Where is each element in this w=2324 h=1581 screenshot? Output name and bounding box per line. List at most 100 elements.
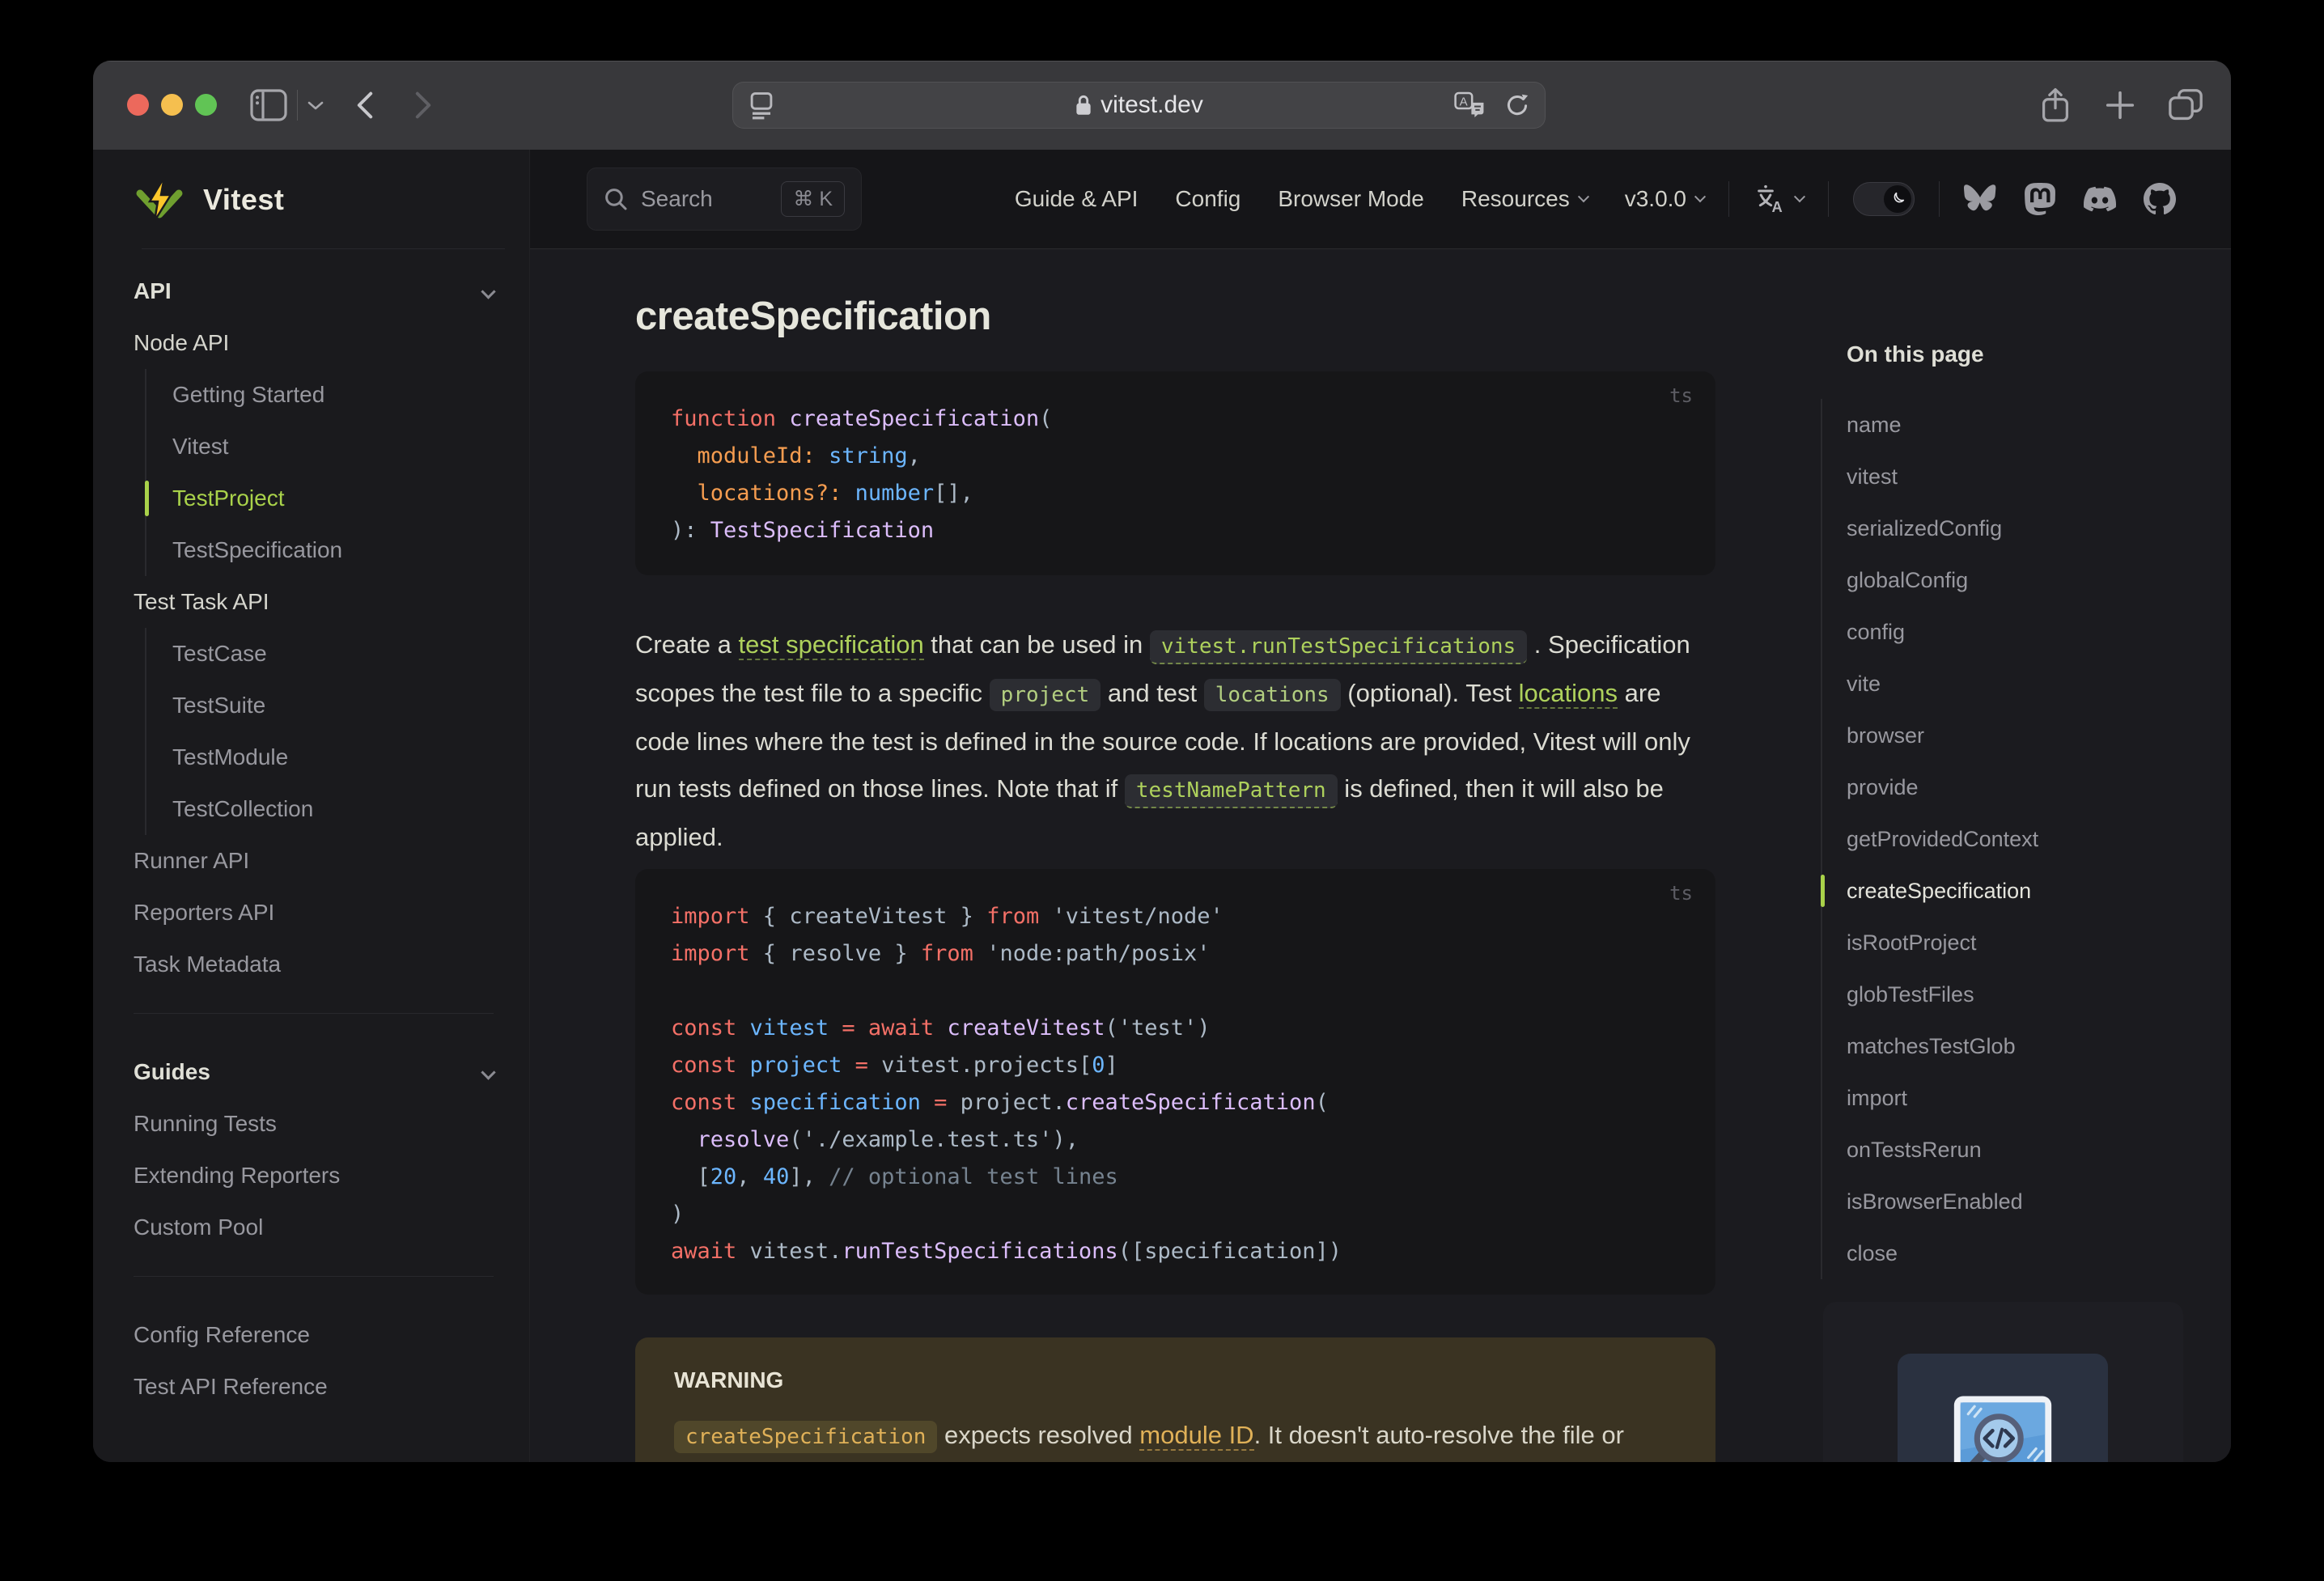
link-module-id[interactable]: module ID <box>1139 1421 1254 1451</box>
toc-item-globtestfiles[interactable]: globTestFiles <box>1822 969 2201 1020</box>
sidebar-item-extending-reporters[interactable]: Extending Reporters <box>134 1150 494 1202</box>
sidebar-item-testcollection[interactable]: TestCollection <box>145 783 494 835</box>
warning-title: WARNING <box>674 1367 784 1392</box>
description-paragraph: Create a test specification that can be … <box>635 621 1715 861</box>
sidebar-item-task-metadata[interactable]: Task Metadata <box>134 939 494 990</box>
link-locations[interactable]: locations <box>1518 679 1618 709</box>
translate-icon[interactable]: A <box>1454 91 1485 119</box>
nav-link-browser-mode[interactable]: Browser Mode <box>1278 186 1424 212</box>
reader-view-icon[interactable] <box>748 90 775 121</box>
signature-code-block: ts function createSpecification( moduleId… <box>635 371 1715 575</box>
reload-icon[interactable] <box>1504 91 1530 119</box>
nav-divider <box>1728 181 1729 217</box>
link-test-specification[interactable]: test specification <box>738 630 924 660</box>
new-tab-icon[interactable] <box>2098 61 2142 150</box>
toc-item-import[interactable]: import <box>1822 1072 2201 1124</box>
toc-item-globalconfig[interactable]: globalConfig <box>1822 554 2201 606</box>
inline-code-createspecification: createSpecification <box>674 1421 938 1453</box>
mastodon-icon[interactable] <box>2024 183 2056 215</box>
sponsor-card[interactable] <box>1823 1302 2183 1462</box>
nav-link-guide-api[interactable]: Guide & API <box>1015 186 1139 212</box>
address-bar[interactable]: vitest.dev A <box>732 82 1546 129</box>
sidebar-item-reporters-api[interactable]: Reporters API <box>134 887 494 939</box>
toc-item-matchestestglob[interactable]: matchesTestGlob <box>1822 1020 2201 1072</box>
code-line: await vitest.runTestSpecifications([spec… <box>671 1239 1342 1264</box>
inline-code-vitest-runtestspecifications[interactable]: vitest.runTestSpecifications <box>1149 630 1528 664</box>
forward-button[interactable] <box>407 61 439 150</box>
moon-icon <box>1884 185 1911 213</box>
toc-item-serializedconfig[interactable]: serializedConfig <box>1822 502 2201 554</box>
nav-link-resources[interactable]: Resources <box>1461 186 1589 212</box>
browser-toolbar: vitest.dev A <box>93 61 2231 150</box>
inline-code-testnamepattern[interactable]: testNamePattern <box>1124 774 1338 808</box>
sidebar-section-api[interactable]: API <box>134 265 496 317</box>
tab-overview-icon[interactable] <box>2161 61 2210 150</box>
sidebar-item-testproject[interactable]: TestProject <box>145 473 494 524</box>
sidebar-item-config-reference[interactable]: Config Reference <box>134 1309 494 1361</box>
inline-code-locations: locations <box>1203 679 1341 711</box>
zoom-window-button[interactable] <box>195 94 217 116</box>
site-title: Vitest <box>203 182 285 216</box>
github-icon[interactable] <box>2144 183 2176 215</box>
toc-item-browser[interactable]: browser <box>1822 710 2201 761</box>
sidebar-group: API Node API Getting Started Vitest TestProj… <box>134 265 496 990</box>
svg-text:A: A <box>1772 198 1783 215</box>
sidebar-item-getting-started[interactable]: Getting Started <box>145 369 494 421</box>
sidebar-item-runner-api[interactable]: Runner API <box>134 835 494 887</box>
sidebar-item-custom-pool[interactable]: Custom Pool <box>134 1202 494 1253</box>
sidebar-item-testmodule[interactable]: TestModule <box>145 731 494 783</box>
code-line: import { resolve } from 'node:path/posix… <box>671 941 1211 966</box>
sidebar-item-testspecification[interactable]: TestSpecification <box>145 524 494 576</box>
toc-item-provide[interactable]: provide <box>1822 761 2201 813</box>
sidebar-item-test-api-reference[interactable]: Test API Reference <box>134 1361 494 1413</box>
sidebar-item-testcase[interactable]: TestCase <box>145 628 494 680</box>
text: expects resolved <box>937 1421 1140 1449</box>
toc-item-isbrowserenabled[interactable]: isBrowserEnabled <box>1822 1176 2201 1227</box>
sidebar-section-guides[interactable]: Guides <box>134 1046 496 1098</box>
example-code-block: ts import { createVitest } from 'vitest/n… <box>635 869 1715 1295</box>
code-line: const vitest = await createVitest('test'… <box>671 1015 1211 1041</box>
toc-item-name[interactable]: name <box>1822 399 2201 451</box>
nav-divider <box>1939 181 1940 217</box>
back-button[interactable] <box>349 61 381 150</box>
sidebar-item-vitest[interactable]: Vitest <box>145 421 494 473</box>
theme-toggle[interactable] <box>1853 182 1915 216</box>
toc-item-close[interactable]: close <box>1822 1227 2201 1279</box>
sidebar-item-node-api: Node API <box>134 330 230 355</box>
sidebar-toggle-icon[interactable] <box>248 61 289 150</box>
toc-item-vitest[interactable]: vitest <box>1822 451 2201 502</box>
article: createSpecification ts function createSpe… <box>635 250 1715 1462</box>
code-line: [20, 40], // optional test lines <box>671 1164 1118 1189</box>
site-logo[interactable]: Vitest <box>93 150 529 249</box>
close-window-button[interactable] <box>127 94 149 116</box>
bluesky-icon[interactable] <box>1964 183 1996 215</box>
text: Create a <box>635 630 739 659</box>
sidebar-item-testsuite[interactable]: TestSuite <box>145 680 494 731</box>
sidebar-item-running-tests[interactable]: Running Tests <box>134 1098 494 1150</box>
toc-item-createspecification[interactable]: createSpecification <box>1821 865 2201 917</box>
toc-item-ontestsrerun[interactable]: onTestsRerun <box>1822 1124 2201 1176</box>
toc-item-config[interactable]: config <box>1822 606 2201 658</box>
site-viewport: Vitest API Node API Getting Started Vitest T… <box>93 150 2231 1462</box>
code-lang-badge: ts <box>1669 384 1693 407</box>
sidebar-section-label: API <box>134 278 172 303</box>
search-button[interactable]: Search ⌘ K <box>587 167 862 231</box>
sidebar: Vitest API Node API Getting Started Vitest T… <box>93 150 530 1462</box>
chevron-down-icon[interactable] <box>302 61 329 150</box>
nav-link-v3-0-0[interactable]: v3.0.0 <box>1625 186 1707 212</box>
share-icon[interactable] <box>2034 61 2077 150</box>
toc-item-vite[interactable]: vite <box>1822 658 2201 710</box>
minimize-window-button[interactable] <box>161 94 183 116</box>
code-line: const project = vitest.projects[0] <box>671 1053 1118 1078</box>
toc-item-isrootproject[interactable]: isRootProject <box>1822 917 2201 969</box>
vitest-logo-icon <box>136 176 183 222</box>
language-menu[interactable]: A <box>1754 183 1806 215</box>
main-content: createSpecification ts function createSpe… <box>530 250 2231 1462</box>
lock-icon <box>1076 95 1091 115</box>
toc-item-getprovidedcontext[interactable]: getProvidedContext <box>1822 813 2201 865</box>
nav-link-label: Config <box>1175 186 1241 211</box>
discord-icon[interactable] <box>2084 183 2116 215</box>
nav-link-config[interactable]: Config <box>1175 186 1240 212</box>
on-this-page: On this page name vitest serializedConfig g… <box>1821 341 2201 1279</box>
warning-body: createSpecification expects resolved mod… <box>674 1412 1677 1462</box>
